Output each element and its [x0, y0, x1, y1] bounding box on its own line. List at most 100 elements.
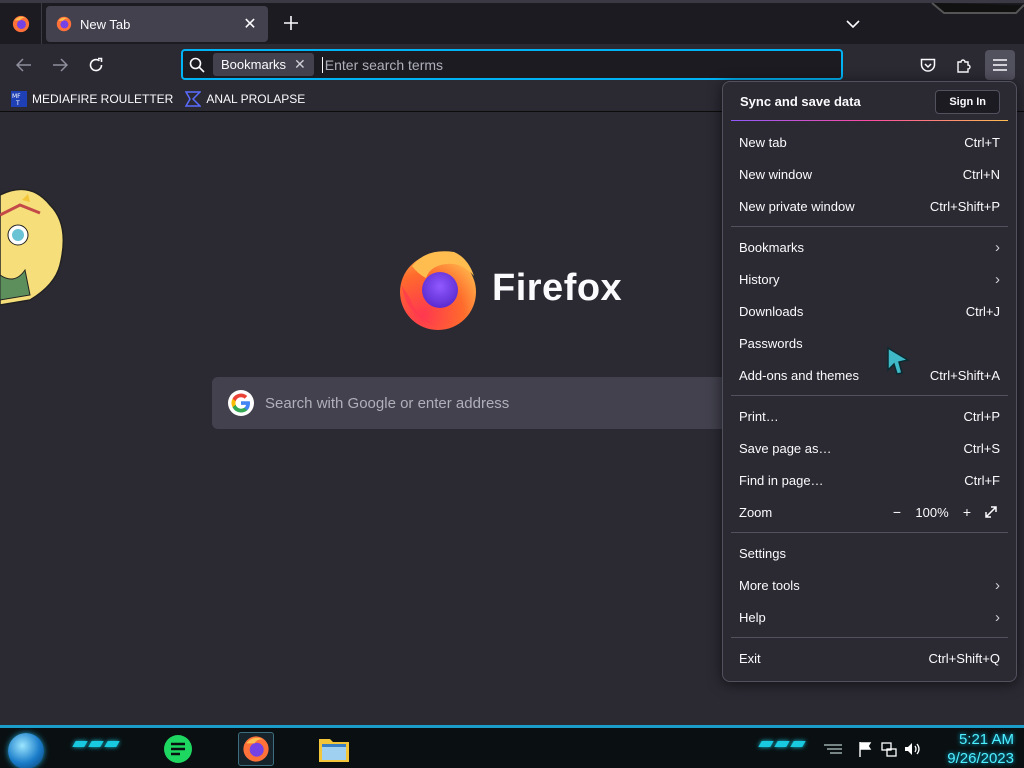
svg-text:T: T [15, 100, 20, 107]
pocket-button[interactable] [913, 50, 943, 80]
google-search-box[interactable]: Search with Google or enter address [212, 377, 732, 429]
firefox-icon [243, 736, 269, 762]
taskbar-decoration [758, 741, 806, 747]
mouse-cursor-icon [887, 346, 910, 375]
system-clock[interactable]: 5:21 AM 9/26/2023 [947, 730, 1014, 768]
firefox-icon [56, 16, 72, 32]
menu-item-label: Find in page… [739, 472, 824, 488]
extensions-button[interactable] [949, 50, 979, 80]
bookmark-site-icon [185, 90, 202, 107]
menu-item-exit[interactable]: Exit Ctrl+Shift+Q [723, 642, 1016, 674]
zoom-controls: − 100% + [888, 503, 1000, 521]
accent-divider [731, 120, 1008, 121]
taskbar-app-notes[interactable] [160, 732, 196, 766]
hamburger-icon [993, 59, 1007, 71]
close-icon[interactable]: ✕ [294, 56, 306, 73]
menu-item-save-page[interactable]: Save page as… Ctrl+S [723, 432, 1016, 464]
menu-item-addons[interactable]: Add-ons and themes Ctrl+Shift+A [723, 359, 1016, 391]
taskbar-app-firefox[interactable] [238, 732, 274, 766]
tray-overflow-icon[interactable] [824, 740, 842, 758]
fullscreen-button[interactable] [982, 503, 1000, 521]
pocket-icon [920, 58, 936, 72]
nav-bar: Bookmarks ✕ [0, 44, 1024, 86]
menu-item-label: Help [739, 609, 766, 625]
bookmark-item[interactable]: ANAL PROLAPSE [185, 90, 306, 107]
shortcut-label: Ctrl+Shift+A [929, 367, 1000, 383]
taskbar-app-file-explorer[interactable] [316, 732, 352, 766]
shortcut-label: Ctrl+T [964, 134, 1000, 150]
shortcut-label: Ctrl+N [962, 166, 1000, 182]
menu-item-label: History [739, 271, 780, 287]
sync-title: Sync and save data [740, 94, 861, 109]
list-all-tabs-button[interactable] [840, 11, 866, 37]
puzzle-icon [957, 59, 971, 73]
new-tab-button[interactable] [278, 10, 304, 36]
flag-icon[interactable] [856, 740, 874, 758]
start-button[interactable] [8, 733, 44, 768]
tab-new-tab[interactable]: New Tab ✕ [46, 6, 268, 42]
menu-item-passwords[interactable]: Passwords [723, 327, 1016, 359]
menu-item-settings[interactable]: Settings [723, 537, 1016, 569]
sign-in-button[interactable]: Sign In [935, 89, 1000, 114]
menu-item-label: Bookmarks [739, 239, 805, 255]
tab-title: New Tab [80, 16, 131, 32]
shortcut-label: Ctrl+S [963, 440, 1000, 456]
firefox-wordmark: Firefox [492, 267, 623, 309]
close-icon[interactable]: ✕ [242, 14, 258, 34]
menu-header: Sync and save data Sign In [723, 82, 1016, 122]
zoom-label: Zoom [739, 504, 773, 520]
taskbar-decoration [72, 741, 120, 747]
reload-icon [89, 57, 103, 72]
bookmark-item[interactable]: MF T MEDIAFIRE ROULETTER [11, 90, 173, 107]
svg-text:MF: MF [12, 93, 21, 100]
back-button[interactable] [9, 50, 39, 80]
menu-item-new-tab[interactable]: New tab Ctrl+T [723, 126, 1016, 158]
search-mode-chip[interactable]: Bookmarks ✕ [213, 53, 314, 76]
arrow-right-icon [53, 58, 68, 72]
clock-time: 5:21 AM [958, 731, 1014, 748]
menu-item-new-window[interactable]: New window Ctrl+N [723, 158, 1016, 190]
menu-item-label: Print… [739, 408, 779, 424]
shortcut-label: Ctrl+F [964, 472, 1000, 488]
menu-item-print[interactable]: Print… Ctrl+P [723, 400, 1016, 432]
menu-separator [731, 532, 1008, 533]
url-bar[interactable]: Bookmarks ✕ [181, 49, 843, 80]
firefox-logo-icon [400, 251, 476, 330]
menu-item-history[interactable]: History › [723, 263, 1016, 295]
menu-item-label: Save page as… [739, 440, 832, 456]
bookmark-label: ANAL PROLAPSE [206, 91, 306, 106]
menu-item-find-in-page[interactable]: Find in page… Ctrl+F [723, 464, 1016, 496]
zoom-reset-button[interactable]: 100% [912, 505, 952, 520]
plus-icon [284, 16, 298, 30]
menu-separator [731, 226, 1008, 227]
menu-item-help[interactable]: Help › [723, 601, 1016, 633]
notes-app-icon [164, 735, 192, 763]
search-placeholder: Search with Google or enter address [265, 394, 510, 412]
menu-item-downloads[interactable]: Downloads Ctrl+J [723, 295, 1016, 327]
zoom-out-button[interactable]: − [888, 503, 906, 521]
forward-button[interactable] [45, 50, 75, 80]
pinned-tab[interactable] [0, 3, 42, 44]
menu-item-label: New private window [739, 198, 855, 214]
app-menu-button[interactable] [985, 50, 1015, 80]
tab-strip: New Tab ✕ [0, 0, 1024, 44]
search-input[interactable] [321, 56, 782, 73]
zoom-in-button[interactable]: + [958, 503, 976, 521]
menu-item-new-private-window[interactable]: New private window Ctrl+Shift+P [723, 190, 1016, 222]
mediafire-icon: MF T [11, 90, 27, 107]
cartoon-sticker-image [0, 188, 65, 306]
taskbar: 5:21 AM 9/26/2023 [0, 725, 1024, 768]
menu-item-more-tools[interactable]: More tools › [723, 569, 1016, 601]
menu-item-label: Passwords [739, 335, 803, 351]
menu-item-bookmarks[interactable]: Bookmarks › [723, 231, 1016, 263]
chevron-right-icon: › [995, 576, 1000, 594]
reload-button[interactable] [81, 50, 111, 80]
google-icon [228, 390, 254, 416]
volume-icon[interactable] [904, 740, 922, 758]
menu-item-label: Settings [739, 545, 786, 561]
menu-item-label: New window [739, 166, 812, 182]
chevron-down-icon [846, 20, 860, 28]
network-icon[interactable] [880, 740, 898, 758]
menu-item-label: New tab [739, 134, 787, 150]
clock-date: 9/26/2023 [947, 750, 1014, 767]
